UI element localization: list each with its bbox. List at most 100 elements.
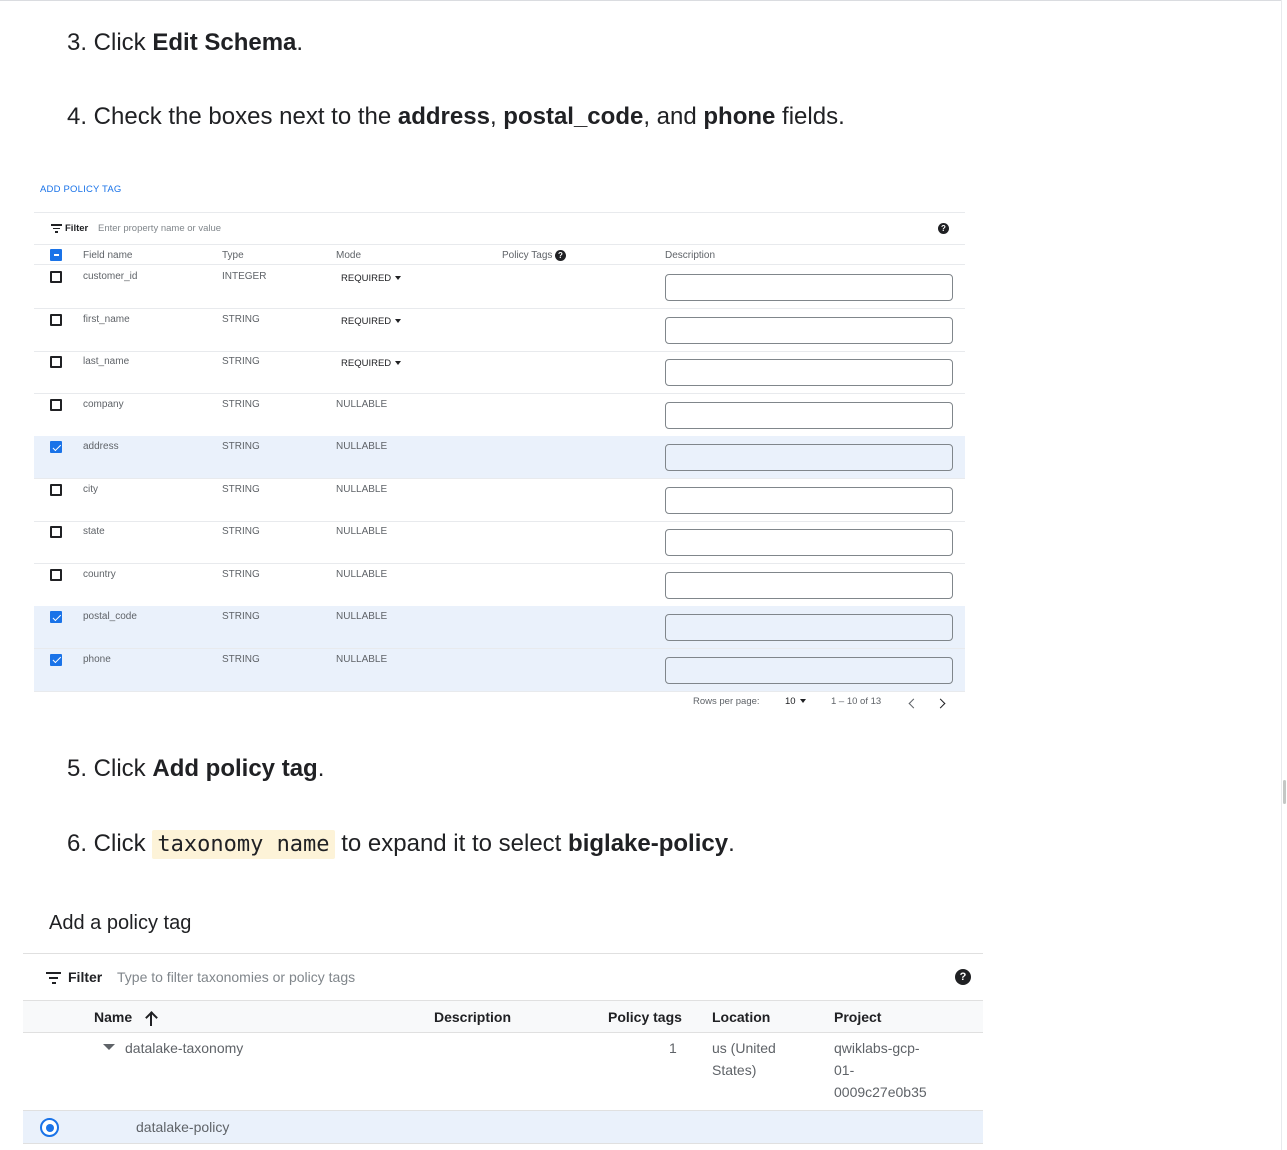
- description-input[interactable]: [665, 444, 953, 471]
- chevron-down-icon: [395, 361, 402, 366]
- col-field-name: Field name: [83, 250, 133, 261]
- taxonomy-name[interactable]: datalake-taxonomy: [125, 1037, 243, 1059]
- schema-row[interactable]: postal_code STRING NULLABLE: [34, 606, 965, 649]
- top-divider: [0, 0, 1287, 1]
- step-3-end: .: [296, 29, 304, 56]
- field-type: STRING: [222, 568, 260, 580]
- step-5-text: 5. Click: [67, 755, 153, 782]
- field-type: STRING: [222, 526, 260, 537]
- field-name: state: [83, 526, 105, 537]
- schema-row[interactable]: phone STRING NULLABLE: [34, 648, 965, 692]
- row-checkbox[interactable]: [50, 356, 62, 368]
- chevron-down-icon: [395, 318, 402, 323]
- field-type: STRING: [222, 313, 260, 325]
- row-checkbox[interactable]: [50, 653, 62, 666]
- step-4-bold-postal: postal_code: [503, 103, 644, 130]
- description-input[interactable]: [665, 571, 953, 599]
- mode-value: NULLABLE: [336, 483, 388, 495]
- mode-value: NULLABLE: [336, 653, 388, 665]
- mode-dropdown[interactable]: REQUIRED: [341, 358, 402, 369]
- step-6-text-mid: to expand it to select: [334, 830, 569, 857]
- description-input[interactable]: [665, 614, 953, 641]
- description-input[interactable]: [665, 401, 953, 429]
- step-3-bold: Edit Schema: [152, 29, 297, 56]
- description-input[interactable]: [665, 529, 953, 556]
- pagination-range: 1 – 10 of 13: [831, 696, 882, 707]
- row-checkbox[interactable]: [50, 398, 62, 411]
- field-name: company: [83, 398, 124, 410]
- select-all-checkbox[interactable]: [50, 249, 62, 261]
- col-description: Description: [665, 250, 716, 261]
- step-4: 4. Check the boxes next to the address , …: [67, 102, 845, 132]
- schema-filter-input[interactable]: Enter property name or value: [98, 223, 221, 234]
- add-policy-tag-link[interactable]: ADD POLICY TAG: [40, 184, 121, 195]
- mode-value: NULLABLE: [336, 568, 388, 580]
- description-input[interactable]: [665, 274, 953, 301]
- taxonomy-location: us (United States): [712, 1037, 776, 1081]
- field-type: INTEGER: [222, 271, 267, 282]
- schema-row[interactable]: country STRING NULLABLE: [34, 564, 965, 607]
- mode-value: NULLABLE: [336, 611, 388, 622]
- description-input[interactable]: [665, 656, 953, 684]
- row-checkbox[interactable]: [50, 611, 62, 623]
- row-checkbox[interactable]: [50, 568, 62, 581]
- field-type: STRING: [222, 398, 260, 410]
- policy-filter-input[interactable]: Type to filter taxonomies or policy tags: [117, 969, 355, 985]
- policy-panel-title: Add a policy tag: [49, 912, 192, 934]
- schema-row[interactable]: first_name STRING REQUIRED: [34, 309, 965, 352]
- col-project: Project: [834, 1009, 882, 1025]
- description-input[interactable]: [665, 359, 953, 386]
- expand-triangle-icon[interactable]: [103, 1044, 115, 1050]
- chevron-down-icon: [395, 276, 402, 281]
- policy-tag-row[interactable]: datalake-policy: [23, 1111, 983, 1144]
- field-type: STRING: [222, 483, 260, 495]
- description-input[interactable]: [665, 316, 953, 344]
- scrollbar-thumb[interactable]: [1283, 780, 1286, 804]
- taxonomy-row[interactable]: datalake-taxonomy 1 us (United States) qw…: [23, 1033, 983, 1111]
- taxonomy-location-line: States): [712, 1062, 757, 1078]
- row-checkbox[interactable]: [50, 441, 62, 453]
- filter-label: Filter: [68, 969, 103, 985]
- schema-row[interactable]: address STRING NULLABLE: [34, 436, 965, 479]
- mode-dropdown[interactable]: REQUIRED: [341, 316, 402, 327]
- col-type: Type: [222, 250, 244, 261]
- step-6-bold: biglake-policy: [568, 830, 729, 857]
- row-checkbox[interactable]: [50, 483, 62, 496]
- row-checkbox[interactable]: [50, 313, 62, 326]
- policy-tags-help-icon[interactable]: ?: [555, 250, 566, 261]
- help-circle-icon[interactable]: ?: [955, 969, 971, 985]
- policy-tag-radio[interactable]: [40, 1118, 59, 1137]
- rows-per-page-label: Rows per page:: [693, 696, 760, 707]
- mode-value: REQUIRED: [341, 358, 392, 369]
- next-page-icon[interactable]: [935, 698, 946, 709]
- page-scrollbar[interactable]: [1281, 0, 1287, 1150]
- description-input[interactable]: [665, 486, 953, 514]
- help-circle-icon[interactable]: ?: [938, 223, 949, 234]
- col-name[interactable]: Name: [94, 1009, 132, 1025]
- filter-icon: [51, 224, 62, 233]
- row-checkbox[interactable]: [50, 271, 62, 283]
- policy-table-header: Name Description Policy tags Location Pr…: [23, 1000, 983, 1033]
- step-4-bold-phone: phone: [703, 103, 776, 130]
- sort-arrow-up-icon[interactable]: [144, 1010, 158, 1026]
- taxonomy-policy-tag-count: 1: [669, 1040, 677, 1056]
- previous-page-icon[interactable]: [908, 698, 919, 709]
- schema-row[interactable]: company STRING NULLABLE: [34, 394, 965, 437]
- schema-row[interactable]: city STRING NULLABLE: [34, 479, 965, 522]
- step-3: 3. Click Edit Schema.: [67, 28, 303, 58]
- rows-per-page-select[interactable]: 10: [785, 696, 806, 707]
- schema-row[interactable]: state STRING NULLABLE: [34, 521, 965, 564]
- mode-dropdown[interactable]: REQUIRED: [341, 273, 402, 284]
- step-3-text: 3. Click: [67, 29, 153, 56]
- schema-table-header: Field name Type Mode Policy Tags ? Descr…: [34, 244, 965, 265]
- step-4-bold-address: address: [397, 103, 490, 130]
- rows-per-page-value: 10: [785, 696, 796, 707]
- mode-value: NULLABLE: [336, 441, 388, 452]
- field-type: STRING: [222, 441, 260, 452]
- col-location: Location: [712, 1009, 771, 1025]
- schema-row[interactable]: last_name STRING REQUIRED: [34, 351, 965, 394]
- schema-row[interactable]: customer_id INTEGER REQUIRED: [34, 266, 965, 309]
- row-checkbox[interactable]: [50, 526, 62, 538]
- field-name: last_name: [83, 356, 130, 367]
- schema-editor: ADD POLICY TAG Filter Enter property nam…: [34, 178, 965, 718]
